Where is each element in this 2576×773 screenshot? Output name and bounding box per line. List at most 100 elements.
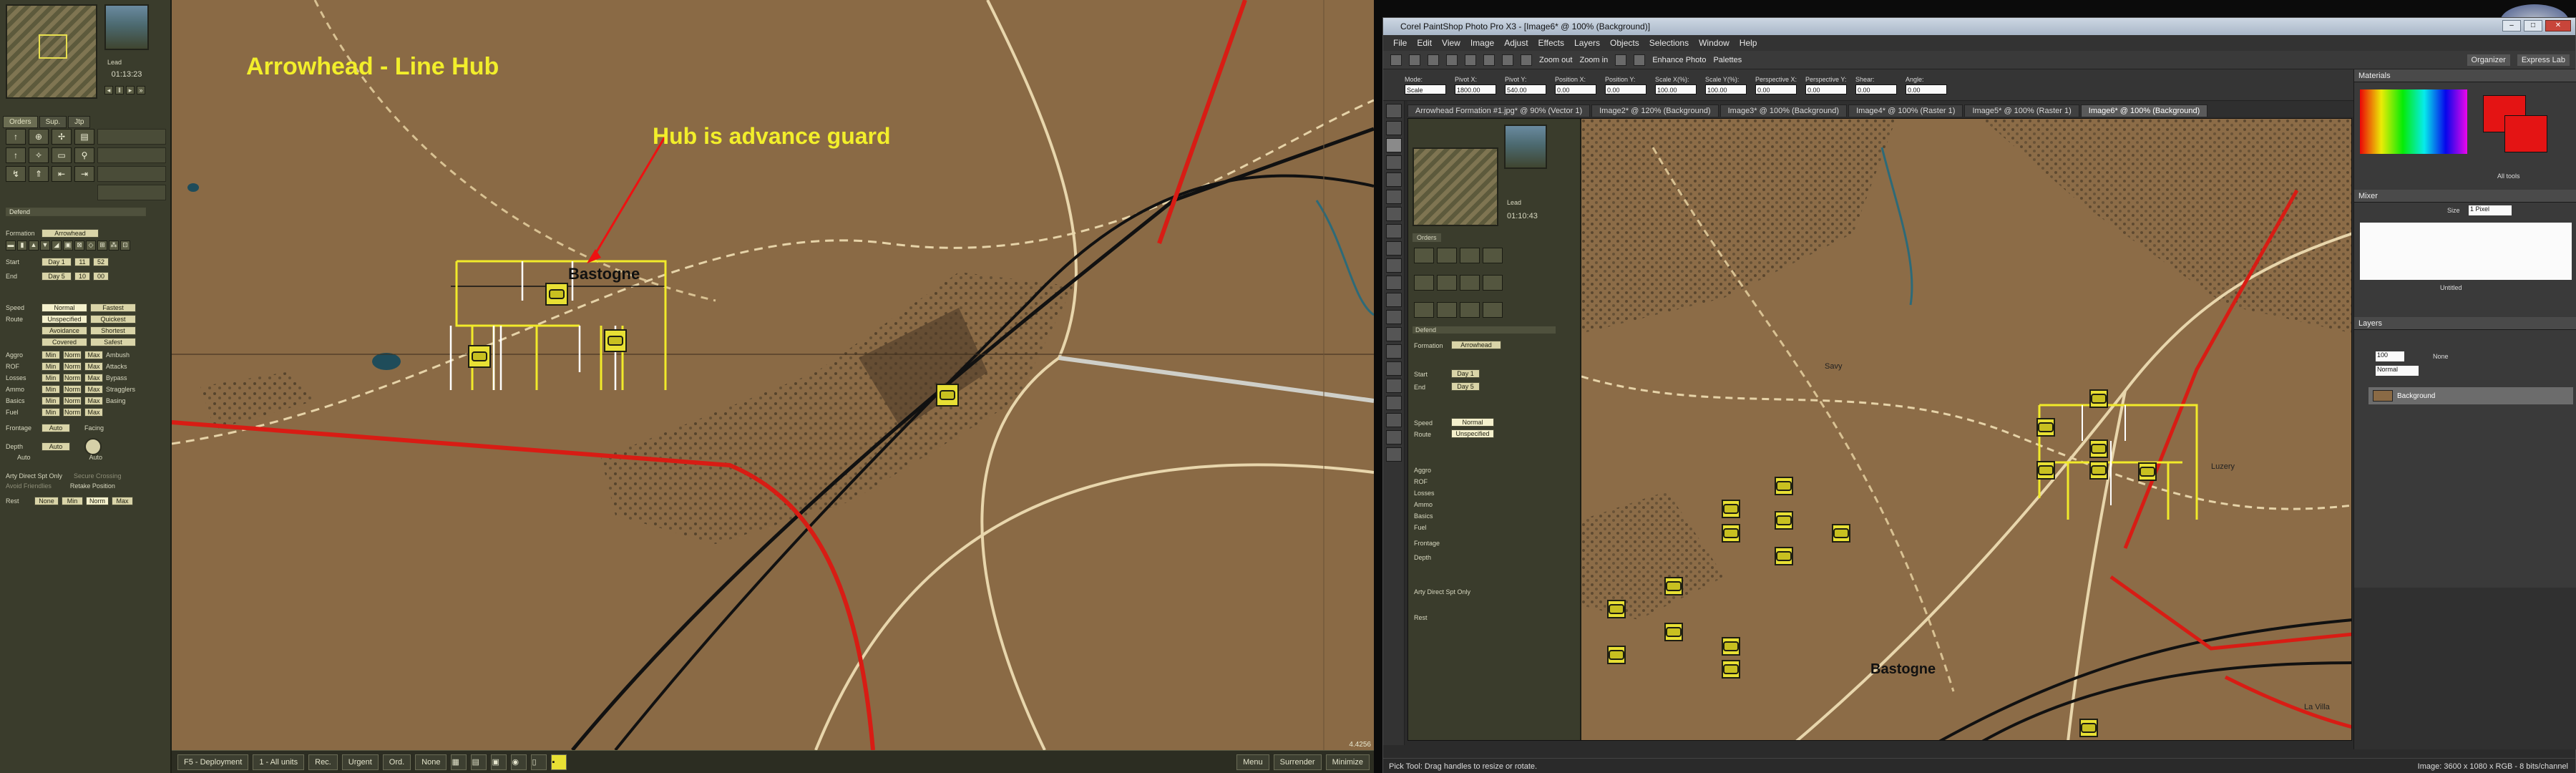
menu-adjust[interactable]: Adjust — [1504, 38, 1528, 48]
pan-tool-icon[interactable] — [1385, 104, 1402, 118]
formation-select[interactable]: Arrowhead — [42, 229, 99, 238]
avoid-friendlies-check[interactable]: Avoid Friendlies — [6, 482, 52, 490]
formation-cross-icon[interactable]: ⊞ — [97, 240, 107, 251]
end-minute[interactable]: 00 — [93, 272, 109, 281]
retake-position-check[interactable]: Retake Position — [70, 482, 115, 490]
losses-min[interactable]: Min — [42, 374, 60, 382]
fuel-min[interactable]: Min — [42, 408, 60, 417]
tab-doc-3[interactable]: Image3* @ 100% (Background) — [1719, 104, 1848, 117]
basing-check[interactable]: Basing — [106, 397, 126, 404]
angle-field[interactable]: 0.00 — [1906, 84, 1948, 94]
menu-view[interactable]: View — [1442, 38, 1460, 48]
formation-box-icon[interactable]: ▣ — [63, 240, 73, 251]
facing-dial-icon[interactable] — [84, 438, 102, 455]
speed-fastest[interactable]: Fastest — [90, 303, 136, 312]
tab-sup[interactable]: Sup. — [39, 116, 67, 128]
ammo-norm[interactable]: Norm — [63, 385, 82, 394]
order-defend-icon[interactable]: ▤ — [74, 129, 94, 145]
warp-tool-icon[interactable] — [1385, 447, 1402, 462]
rewind-icon[interactable]: ◂ — [104, 86, 113, 94]
maximize-icon[interactable]: □ — [2524, 20, 2542, 31]
route-quickest[interactable]: Quickest — [90, 315, 136, 324]
order-move-icon[interactable]: ↑ — [6, 129, 26, 145]
speed-normal[interactable]: Normal — [42, 303, 87, 312]
order-probe-icon[interactable]: ✢ — [52, 129, 72, 145]
mixer-header[interactable]: Mixer — [2354, 190, 2576, 203]
formation-arrow-icon[interactable]: ⊠ — [74, 240, 84, 251]
shape-tool-icon[interactable] — [1385, 413, 1402, 427]
zoom-out-button[interactable]: Zoom out — [1539, 56, 1572, 64]
facing-auto[interactable]: Auto — [89, 454, 103, 461]
arty-only-check[interactable]: Arty Direct Spt Only — [6, 472, 62, 480]
print-icon[interactable] — [1446, 54, 1458, 66]
minimize-button[interactable]: Minimize — [1325, 754, 1370, 770]
order-regroup-icon[interactable]: ⇑ — [29, 166, 49, 182]
rest-none[interactable]: None — [34, 497, 59, 505]
open-icon[interactable] — [1409, 54, 1420, 66]
end-day[interactable]: Day 5 — [42, 272, 72, 281]
materials-header[interactable]: Materials — [2354, 69, 2576, 82]
zoom-in-button[interactable]: Zoom in — [1579, 56, 1608, 64]
opacity-field[interactable]: 100 — [2376, 351, 2404, 361]
formation-diamond-icon[interactable]: ◇ — [86, 240, 96, 251]
camera-icon[interactable]: ◉ — [511, 754, 527, 770]
menu-file[interactable]: File — [1393, 38, 1407, 48]
formation-echelon-icon[interactable]: ◢ — [52, 240, 62, 251]
pivot-x-field[interactable]: 1800.00 — [1455, 84, 1496, 94]
surrender-button[interactable]: Surrender — [1273, 754, 1322, 770]
order-attack-icon[interactable]: ⊕ — [29, 129, 49, 145]
route-avoidance[interactable]: Avoidance — [42, 326, 87, 335]
basics-max[interactable]: Max — [84, 397, 103, 405]
organizer-button[interactable]: Organizer — [2467, 54, 2510, 66]
rof-norm[interactable]: Norm — [63, 362, 82, 371]
crop-icon[interactable] — [1615, 54, 1627, 66]
order-withdraw-icon[interactable]: ↑ — [6, 147, 26, 163]
order-halt-icon[interactable]: ⇥ — [74, 166, 94, 182]
units-filter-button[interactable]: 1 - All units — [253, 754, 305, 770]
route-safest[interactable]: Safest — [90, 338, 136, 346]
paste-icon[interactable] — [1521, 54, 1532, 66]
paint-brush-icon[interactable] — [1385, 293, 1402, 307]
menu-help[interactable]: Help — [1740, 38, 1757, 48]
brush-size-select[interactable]: 1 Pixel — [2469, 205, 2512, 215]
rest-min[interactable]: Min — [62, 497, 83, 505]
mask-none[interactable]: None — [2433, 353, 2449, 360]
layers-header[interactable]: Layers — [2354, 317, 2576, 330]
formation-wedge-icon[interactable]: ▲ — [29, 240, 39, 251]
red-eye-tool-icon[interactable] — [1385, 241, 1402, 256]
losses-max[interactable]: Max — [84, 374, 103, 382]
attacks-check[interactable]: Attacks — [106, 363, 127, 370]
end-hour[interactable]: 10 — [74, 272, 90, 281]
new-icon[interactable] — [1390, 54, 1402, 66]
pick-tool-icon[interactable] — [1385, 138, 1402, 152]
perspective-x-field[interactable]: 0.00 — [1755, 84, 1797, 94]
formation-line-icon[interactable]: ▬ — [6, 240, 16, 251]
minimize-icon[interactable]: – — [2502, 20, 2521, 31]
minimap-viewport[interactable] — [39, 34, 67, 59]
start-minute[interactable]: 52 — [93, 258, 109, 266]
straighten-tool-icon[interactable] — [1385, 224, 1402, 238]
pause-icon[interactable]: ‖ — [115, 86, 124, 94]
copy-icon[interactable] — [1502, 54, 1513, 66]
none-button[interactable]: None — [415, 754, 447, 770]
route-shortest[interactable]: Shortest — [90, 326, 136, 335]
menu-button[interactable]: Menu — [1236, 754, 1269, 770]
position-y-field[interactable]: 0.00 — [1605, 84, 1646, 94]
rec-button[interactable]: Rec. — [308, 754, 338, 770]
eraser-tool-icon[interactable] — [1385, 361, 1402, 376]
frontage-auto[interactable]: Auto — [42, 424, 70, 432]
basics-min[interactable]: Min — [42, 397, 60, 405]
unit-right-wing[interactable] — [604, 329, 627, 352]
enhance-photo-menu[interactable]: Enhance Photo — [1652, 56, 1706, 64]
undo-icon[interactable] — [1465, 54, 1476, 66]
menu-window[interactable]: Window — [1699, 38, 1729, 48]
order-delay-icon[interactable]: ↯ — [6, 166, 26, 182]
menu-selections[interactable]: Selections — [1649, 38, 1689, 48]
grid-icon[interactable]: ▦ — [451, 754, 467, 770]
mixer-canvas[interactable] — [2360, 223, 2572, 280]
tab-doc-6[interactable]: Image6* @ 100% (Background) — [2080, 104, 2208, 117]
fast-forward-icon[interactable]: » — [137, 86, 145, 94]
ambush-check[interactable]: Ambush — [106, 351, 130, 359]
bypass-check[interactable]: Bypass — [106, 374, 127, 381]
close-icon[interactable]: ✕ — [2545, 20, 2571, 31]
